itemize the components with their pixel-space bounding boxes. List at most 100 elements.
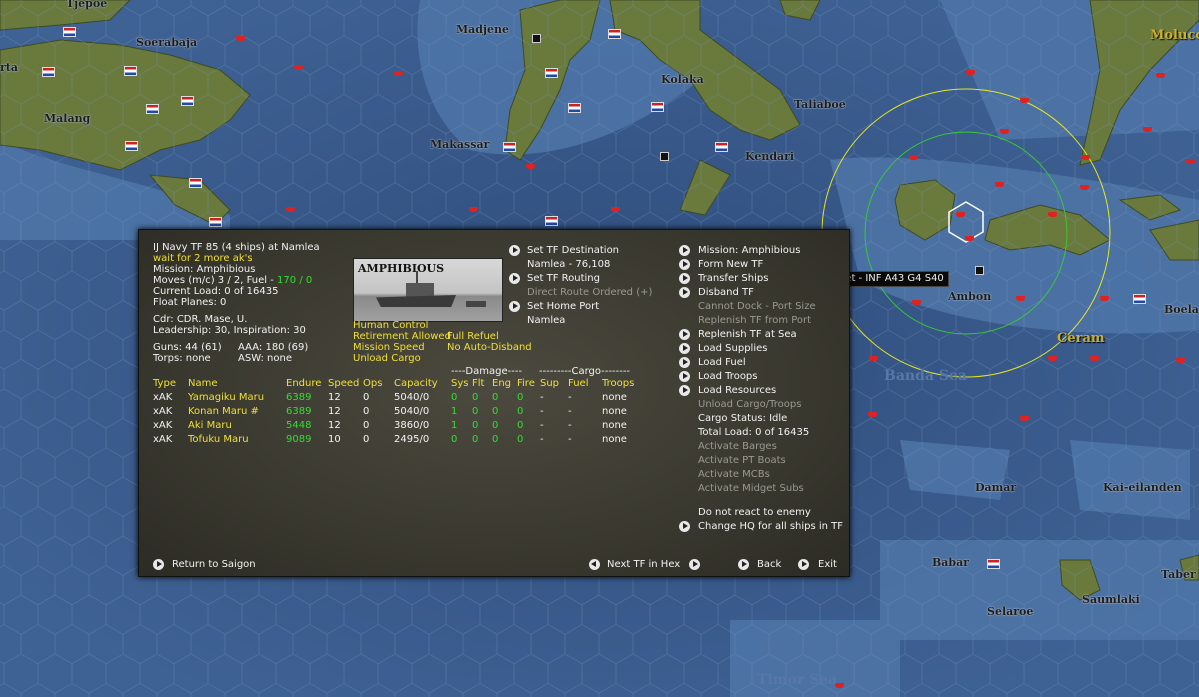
previous-tf-arrow-icon[interactable] <box>589 559 600 570</box>
table-header-type[interactable]: Type <box>153 378 176 390</box>
mission-arrow-icon[interactable] <box>679 245 690 256</box>
base-flag-icon[interactable] <box>545 216 558 226</box>
load-troops-arrow-icon[interactable] <box>679 371 690 382</box>
set-destination-button[interactable]: Set TF Destination <box>527 245 619 257</box>
unload-cargo-toggle[interactable]: Unload Cargo <box>353 353 421 365</box>
table-header-capacity[interactable]: Capacity <box>394 378 438 390</box>
next-tf-arrow-icon[interactable] <box>689 559 700 570</box>
ship-icon[interactable] <box>1020 98 1029 103</box>
ship-icon[interactable] <box>1100 296 1109 301</box>
load-fuel-arrow-icon[interactable] <box>679 357 690 368</box>
ship-icon[interactable] <box>1081 155 1090 160</box>
back-arrow-icon[interactable] <box>738 559 749 570</box>
set-destination-arrow-icon[interactable] <box>509 245 520 256</box>
load-fuel-button[interactable]: Load Fuel <box>698 357 746 369</box>
ship-icon[interactable] <box>1080 185 1089 190</box>
form-new-tf-button[interactable]: Form New TF <box>698 259 763 271</box>
base-flag-icon[interactable] <box>568 103 581 113</box>
ship-icon[interactable] <box>1156 73 1165 78</box>
load-troops-button[interactable]: Load Troops <box>698 371 758 383</box>
ship-icon[interactable] <box>1048 212 1057 217</box>
table-header-name[interactable]: Name <box>188 378 218 390</box>
base-flag-icon[interactable] <box>209 217 222 227</box>
table-header-sys[interactable]: Sys <box>451 378 468 390</box>
base-flag-icon[interactable] <box>146 104 159 114</box>
back-button[interactable]: Back <box>757 559 781 571</box>
change-hq-button[interactable]: Change HQ for all ships in TF <box>698 521 843 533</box>
base-flag-icon[interactable] <box>189 178 202 188</box>
set-routing-button[interactable]: Set TF Routing <box>527 273 600 285</box>
form-new-tf-arrow-icon[interactable] <box>679 259 690 270</box>
base-flag-icon[interactable] <box>124 66 137 76</box>
mission-button[interactable]: Mission: Amphibious <box>698 245 800 257</box>
no-auto-disband-toggle[interactable]: No Auto-Disband <box>447 342 532 354</box>
base-flag-icon[interactable] <box>181 96 194 106</box>
ship-icon[interactable] <box>286 207 295 212</box>
table-header-sup[interactable]: Sup <box>540 378 559 390</box>
base-flag-icon[interactable] <box>42 67 55 77</box>
change-hq-arrow-icon[interactable] <box>679 521 690 532</box>
ship-cell-name[interactable]: Aki Maru <box>188 420 232 432</box>
load-resources-arrow-icon[interactable] <box>679 385 690 396</box>
disband-tf-button[interactable]: Disband TF <box>698 287 754 299</box>
base-flag-icon[interactable] <box>125 141 138 151</box>
ship-icon[interactable] <box>526 164 535 169</box>
base-flag-icon[interactable] <box>63 27 76 37</box>
ship-icon[interactable] <box>1048 356 1057 361</box>
table-header-speed[interactable]: Speed <box>328 378 359 390</box>
table-header-eng[interactable]: Eng <box>492 378 511 390</box>
return-arrow-icon[interactable] <box>153 559 164 570</box>
exit-button[interactable]: Exit <box>818 559 837 571</box>
ship-icon[interactable] <box>966 70 975 75</box>
ship-icon[interactable] <box>1020 416 1029 421</box>
base-flag-icon[interactable] <box>545 68 558 78</box>
table-header-troops[interactable]: Troops <box>602 378 634 390</box>
base-flag-icon[interactable] <box>651 102 664 112</box>
base-flag-icon[interactable] <box>987 559 1000 569</box>
next-tf-in-hex-button[interactable]: Next TF in Hex <box>607 559 680 571</box>
ship-icon[interactable] <box>294 65 303 70</box>
ship-icon[interactable] <box>1143 127 1152 132</box>
ship-icon[interactable] <box>965 236 974 241</box>
ship-cell-name[interactable]: Tofuku Maru <box>188 434 249 446</box>
load-supplies-arrow-icon[interactable] <box>679 343 690 354</box>
ship-icon[interactable] <box>995 182 1004 187</box>
table-header-endure[interactable]: Endure <box>286 378 321 390</box>
return-to-base-button[interactable]: Return to Saigon <box>172 559 256 571</box>
replenish-at-sea-button[interactable]: Replenish TF at Sea <box>698 329 797 341</box>
load-supplies-button[interactable]: Load Supplies <box>698 343 767 355</box>
ship-cell-name[interactable]: Konan Maru # <box>188 406 259 418</box>
exit-arrow-icon[interactable] <box>798 559 809 570</box>
table-header-flt[interactable]: Flt <box>472 378 484 390</box>
base-marker-icon[interactable] <box>660 152 669 161</box>
base-flag-icon[interactable] <box>608 29 621 39</box>
ship-icon[interactable] <box>1000 129 1009 134</box>
set-home-port-button[interactable]: Set Home Port <box>527 301 599 313</box>
transfer-ships-button[interactable]: Transfer Ships <box>698 273 768 285</box>
ship-icon[interactable] <box>868 412 877 417</box>
table-header-ops[interactable]: Ops <box>363 378 382 390</box>
base-marker-icon[interactable] <box>975 266 984 275</box>
ship-icon[interactable] <box>869 356 878 361</box>
transfer-ships-arrow-icon[interactable] <box>679 273 690 284</box>
table-header-fire[interactable]: Fire <box>517 378 535 390</box>
set-routing-arrow-icon[interactable] <box>509 273 520 284</box>
ship-cell-name[interactable]: Yamagiku Maru <box>188 392 264 404</box>
table-header-fuel[interactable]: Fuel <box>568 378 588 390</box>
ship-icon[interactable] <box>611 207 620 212</box>
ship-icon[interactable] <box>956 212 965 217</box>
load-resources-button[interactable]: Load Resources <box>698 385 776 397</box>
ship-icon[interactable] <box>912 300 921 305</box>
base-flag-icon[interactable] <box>715 142 728 152</box>
ship-icon[interactable] <box>236 36 245 41</box>
ship-icon[interactable] <box>469 207 478 212</box>
disband-tf-arrow-icon[interactable] <box>679 287 690 298</box>
ship-icon[interactable] <box>909 155 918 160</box>
replenish-at-sea-arrow-icon[interactable] <box>679 329 690 340</box>
ship-icon[interactable] <box>835 683 844 688</box>
ship-icon[interactable] <box>1176 358 1185 363</box>
base-flag-icon[interactable] <box>1133 294 1146 304</box>
do-not-react-toggle[interactable]: Do not react to enemy <box>698 507 811 519</box>
ship-icon[interactable] <box>1090 356 1099 361</box>
ship-icon[interactable] <box>1186 159 1195 164</box>
